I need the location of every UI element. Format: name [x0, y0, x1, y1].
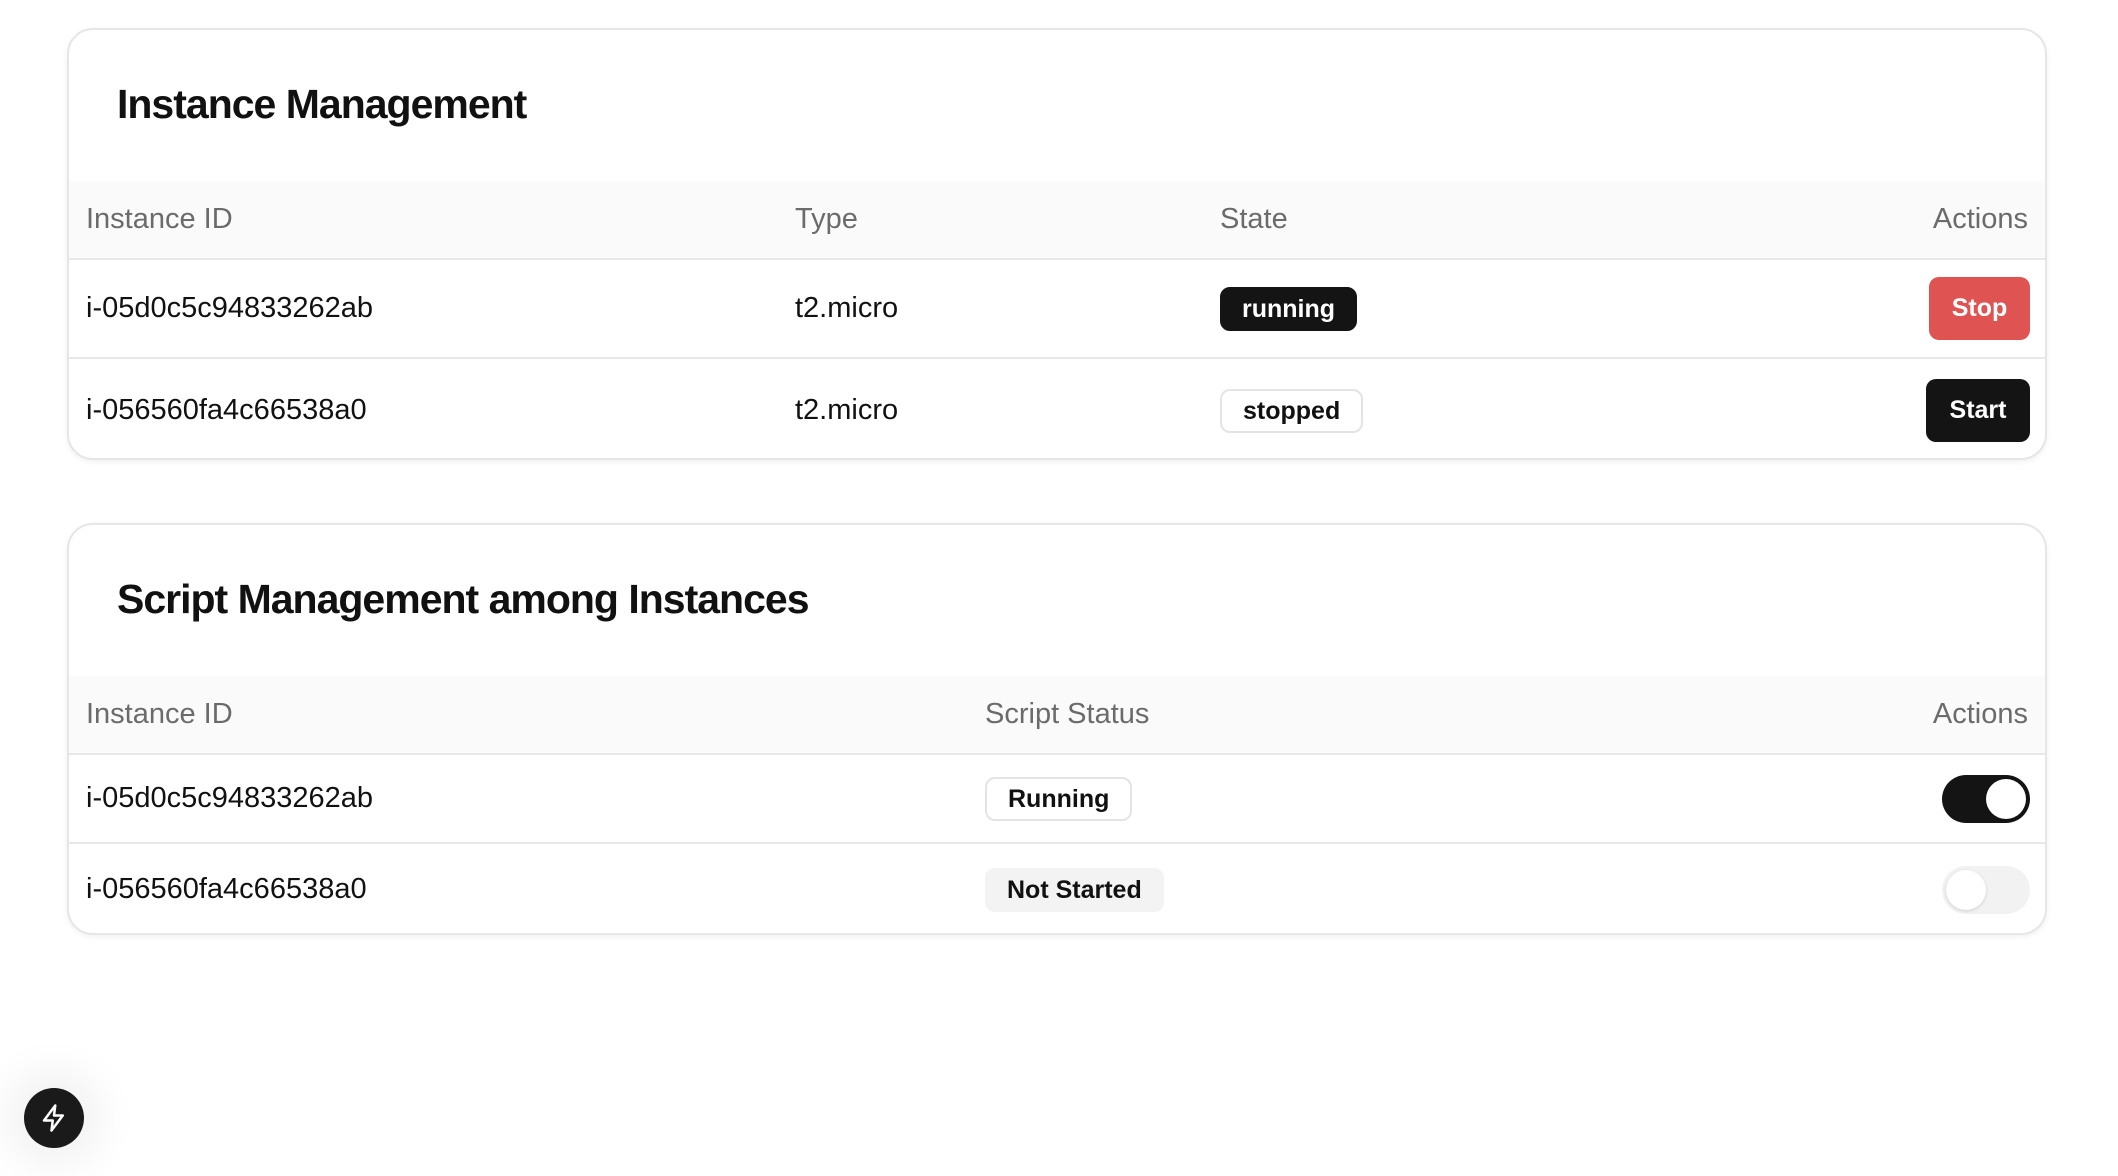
state-cell: running — [1220, 260, 1358, 357]
table-row: i-056560fa4c66538a0 Not Started — [69, 846, 2045, 933]
header-actions: Actions — [1932, 203, 2028, 235]
table-row: i-056560fa4c66538a0 t2.micro stopped Sta… — [69, 361, 2045, 458]
instance-id-cell: i-05d0c5c94833262ab — [86, 782, 374, 814]
instance-id-cell: i-056560fa4c66538a0 — [86, 873, 367, 905]
header-instance-id: Instance ID — [86, 698, 233, 730]
instance-type-cell: t2.micro — [795, 292, 899, 324]
header-instance-id: Instance ID — [86, 203, 233, 235]
state-cell: stopped — [1220, 361, 1364, 458]
header-state: State — [1220, 203, 1288, 235]
stop-button[interactable]: Stop — [1929, 277, 2030, 340]
actions-cell — [1942, 755, 2030, 842]
header-actions: Actions — [1932, 698, 2028, 730]
actions-cell: Start — [1926, 361, 2030, 458]
state-badge-running: running — [1220, 286, 1358, 331]
lightning-bolt-button[interactable] — [24, 1088, 84, 1148]
header-type: Type — [795, 203, 858, 235]
start-button[interactable]: Start — [1926, 379, 2030, 442]
table-row: i-05d0c5c94833262ab Running — [69, 755, 2045, 844]
instance-table-header: Instance ID Type State Actions — [69, 181, 2045, 260]
instance-management-title: Instance Management — [117, 81, 527, 127]
script-management-title: Script Management among Instances — [117, 576, 810, 622]
script-status-cell: Running — [985, 755, 1133, 842]
script-toggle-on[interactable] — [1942, 774, 2030, 823]
script-status-badge-running: Running — [985, 776, 1133, 821]
script-table-header: Instance ID Script Status Actions — [69, 676, 2045, 755]
script-toggle-off[interactable] — [1942, 865, 2030, 914]
script-management-card: Script Management among Instances Instan… — [67, 523, 2047, 935]
script-status-cell: Not Started — [985, 846, 1164, 933]
script-status-badge-not-started: Not Started — [985, 867, 1164, 912]
instance-management-card: Instance Management Instance ID Type Sta… — [67, 28, 2047, 460]
instance-type-cell: t2.micro — [795, 394, 899, 426]
toggle-knob — [1946, 869, 1986, 910]
actions-cell — [1942, 846, 2030, 933]
state-badge-stopped: stopped — [1220, 388, 1364, 433]
table-row: i-05d0c5c94833262ab t2.micro running Sto… — [69, 260, 2045, 359]
instance-id-cell: i-056560fa4c66538a0 — [86, 394, 367, 426]
toggle-knob — [1986, 778, 2026, 819]
instance-id-cell: i-05d0c5c94833262ab — [86, 292, 374, 324]
header-script-status: Script Status — [985, 698, 1150, 730]
actions-cell: Stop — [1929, 260, 2030, 357]
lightning-bolt-icon — [39, 1101, 69, 1135]
